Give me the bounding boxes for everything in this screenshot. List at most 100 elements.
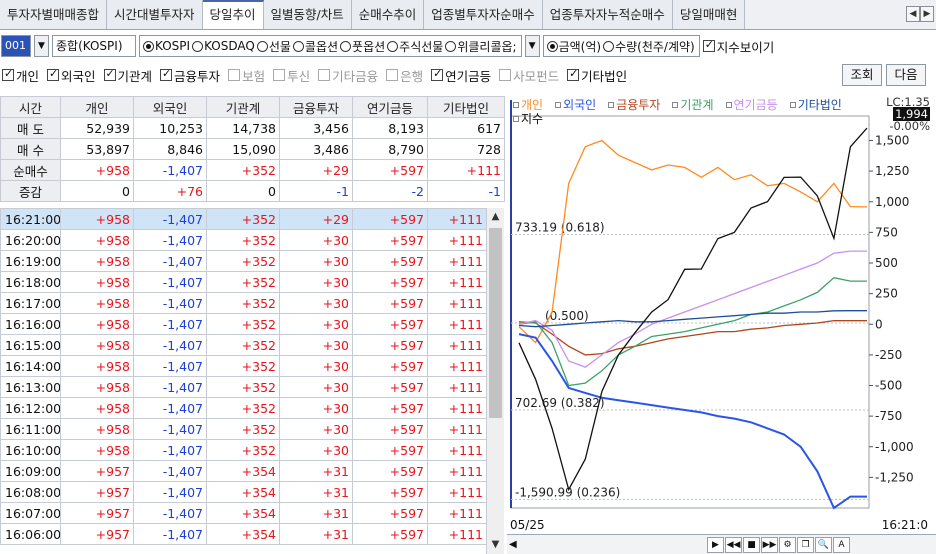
legend-item[interactable]: 기타법인: [789, 98, 848, 112]
market-select[interactable]: 종합(KOSPI): [52, 35, 136, 57]
market-toolbar: 001 ▼ 종합(KOSPI) KOSPI KOSDAQ 선물 콜옵션 풋옵션 주식선물 위…: [0, 32, 936, 60]
play-icon[interactable]: ▶: [707, 537, 724, 553]
legend-label: 기타법인: [797, 98, 842, 112]
tab-7[interactable]: 당일매매현: [672, 0, 746, 29]
tab-3[interactable]: 일별동향/차트: [263, 0, 352, 29]
tab-1[interactable]: 시간대별투자자: [107, 0, 203, 29]
stop-icon[interactable]: ■: [743, 537, 760, 553]
filter-checkbox-0[interactable]: 개인: [2, 66, 39, 85]
table-row[interactable]: 16:21:00 +958 -1,407 +352 +29 +597 +111: [0, 208, 486, 230]
legend-item[interactable]: 기관계: [672, 98, 719, 112]
column-header[interactable]: 금융투자: [279, 96, 353, 118]
show-index-checkbox[interactable]: 지수보이기: [702, 37, 774, 56]
table-row[interactable]: 16:09:00 +957 -1,407 +354 +31 +597 +111: [0, 460, 486, 482]
legend-item[interactable]: 금융투자: [608, 98, 666, 112]
scroll-up-icon[interactable]: ▲: [487, 208, 504, 226]
table-row[interactable]: 16:19:00 +958 -1,407 +352 +30 +597 +111: [0, 250, 486, 272]
filter-checkbox-6[interactable]: 기타금융: [318, 66, 378, 85]
row-cell: +111: [427, 460, 486, 482]
market-radio-5[interactable]: 주식선물: [387, 38, 443, 55]
table-row[interactable]: 16:18:00 +958 -1,407 +352 +30 +597 +111: [0, 271, 486, 293]
tab-scroll-right-icon[interactable]: ▶: [920, 6, 934, 22]
tab-scroll-left-icon[interactable]: ◀: [906, 6, 920, 22]
code-dropdown-icon[interactable]: ▼: [34, 35, 49, 57]
row-cell: +957: [60, 481, 134, 503]
forward-icon[interactable]: ▶▶: [761, 537, 778, 553]
filter-checkbox-10[interactable]: 기타법인: [567, 66, 627, 85]
column-header[interactable]: 외국인: [133, 96, 207, 118]
scroll-down-icon[interactable]: ▼: [487, 536, 504, 554]
filter-checkbox-4[interactable]: 보험: [228, 66, 265, 85]
summary-cell: 10,253: [133, 117, 207, 139]
table-row[interactable]: 16:17:00 +958 -1,407 +352 +30 +597 +111: [0, 292, 486, 314]
market-radio-6[interactable]: 위클리콜옵;: [445, 38, 517, 55]
table-row[interactable]: 16:07:00 +957 -1,407 +354 +31 +597 +111: [0, 502, 486, 524]
legend-item[interactable]: 외국인: [555, 98, 602, 112]
rewind-icon[interactable]: ◀◀: [725, 537, 742, 553]
timeseries-scrollbar[interactable]: ▲ ▼: [486, 208, 504, 554]
x-axis-end-label: 16:21:0: [881, 518, 928, 532]
market-radio-1[interactable]: KOSDAQ: [192, 39, 255, 53]
tab-6[interactable]: 업종투자자누적순매수: [542, 0, 673, 29]
zoom-icon[interactable]: 🔍: [815, 537, 832, 553]
next-button[interactable]: 다음: [886, 64, 926, 86]
legend-item[interactable]: 지수: [513, 112, 549, 126]
column-header[interactable]: 연기금등: [352, 96, 428, 118]
column-header[interactable]: 기관계: [206, 96, 280, 118]
row-cell: +597: [352, 229, 428, 251]
filter-checkbox-2[interactable]: 기관계: [103, 66, 152, 85]
row-cell: +354: [206, 502, 280, 524]
legend-item[interactable]: 개인: [513, 98, 549, 112]
unit-radio-1[interactable]: 수량(천주/계약): [603, 38, 695, 55]
filter-checkbox-3[interactable]: 금융투자: [160, 66, 220, 85]
row-cell: -1,407: [133, 418, 207, 440]
market-radio-0[interactable]: KOSPI: [143, 39, 190, 53]
legend-item[interactable]: 연기금등: [725, 98, 784, 112]
query-button[interactable]: 조회: [842, 64, 882, 86]
table-row[interactable]: 16:15:00 +958 -1,407 +352 +30 +597 +111: [0, 334, 486, 356]
tab-scroll-arrows: ◀ ▶: [906, 6, 934, 22]
column-header[interactable]: 개인: [60, 96, 134, 118]
table-row[interactable]: 16:08:00 +957 -1,407 +354 +31 +597 +111: [0, 481, 486, 503]
unit-radio-0[interactable]: 금액(억): [546, 38, 601, 55]
tab-2[interactable]: 당일추이: [202, 0, 264, 29]
row-cell: +597: [352, 250, 428, 272]
row-cell: +111: [427, 292, 486, 314]
filter-checkbox-7[interactable]: 은행: [386, 66, 423, 85]
chart-horizontal-scroll[interactable]: ◀: [509, 538, 704, 552]
market-dropdown-icon[interactable]: ▼: [524, 35, 540, 57]
market-radio-label: KOSDAQ: [204, 39, 255, 53]
filter-checkbox-1[interactable]: 외국인: [47, 66, 96, 85]
scroll-thumb[interactable]: [489, 228, 502, 418]
filter-checkbox-5[interactable]: 투신: [273, 66, 310, 85]
radio-dot-icon: [292, 40, 304, 52]
market-radio-2[interactable]: 선물: [256, 38, 291, 55]
chart-copy-icon[interactable]: ❐: [797, 537, 814, 553]
row-cell: +30: [279, 313, 353, 335]
row-time: 16:16:00: [0, 313, 61, 335]
table-row[interactable]: 16:11:00 +958 -1,407 +352 +30 +597 +111: [0, 418, 486, 440]
tab-4[interactable]: 순매수추이: [351, 0, 425, 29]
column-header[interactable]: 기타법인: [427, 96, 505, 118]
table-row[interactable]: 16:12:00 +958 -1,407 +352 +30 +597 +111: [0, 397, 486, 419]
table-row[interactable]: 16:10:00 +958 -1,407 +352 +30 +597 +111: [0, 439, 486, 461]
row-time: 16:17:00: [0, 292, 61, 314]
market-code-field[interactable]: 001: [1, 35, 31, 57]
market-radio-4[interactable]: 풋옵션: [340, 38, 385, 55]
table-row[interactable]: 16:06:00 +957 -1,407 +354 +31 +597 +111: [0, 523, 486, 545]
summary-row: 증감 0 +76 0 -1 -2 -1: [0, 180, 505, 202]
table-row[interactable]: 16:16:00 +958 -1,407 +352 +30 +597 +111: [0, 313, 486, 335]
table-row[interactable]: 16:13:00 +958 -1,407 +352 +30 +597 +111: [0, 376, 486, 398]
row-cell: +352: [206, 334, 280, 356]
tab-5[interactable]: 업종별투자자순매수: [424, 0, 543, 29]
chart-settings-icon[interactable]: ⚙: [779, 537, 796, 553]
tab-0[interactable]: 투자자별매매종합: [0, 0, 108, 29]
table-row[interactable]: 16:20:00 +958 -1,407 +352 +30 +597 +111: [0, 229, 486, 251]
row-cell: +958: [60, 292, 134, 314]
text-icon[interactable]: A: [833, 537, 850, 553]
market-radio-3[interactable]: 콜옵션: [292, 38, 338, 55]
filter-checkbox-8[interactable]: 연기금등: [431, 66, 491, 85]
column-header[interactable]: 시간: [0, 96, 61, 118]
table-row[interactable]: 16:14:00 +958 -1,407 +352 +30 +597 +111: [0, 355, 486, 377]
filter-checkbox-9[interactable]: 사모펀드: [499, 66, 559, 85]
